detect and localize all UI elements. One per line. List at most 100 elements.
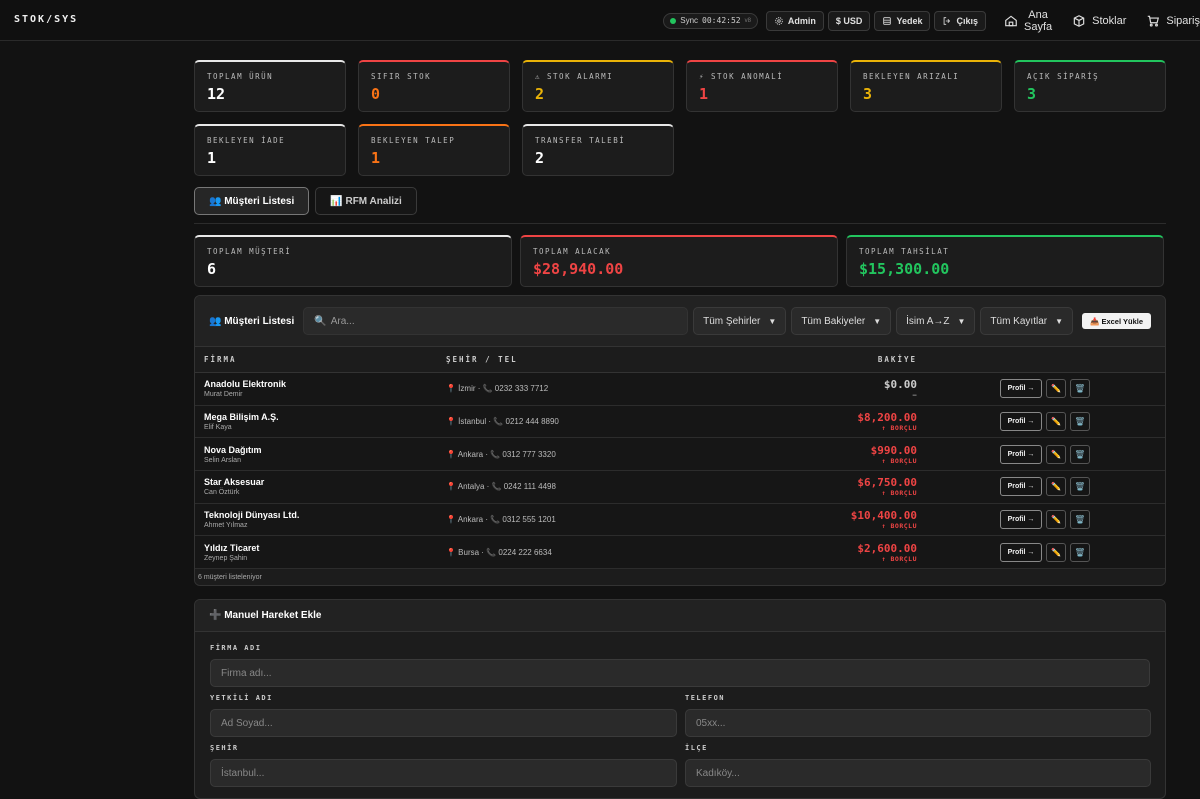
column-header-city-phone[interactable]: ŞEHİR / TEL: [437, 346, 777, 373]
cell-actions: Profil → ✏️ 🗑️: [917, 503, 1165, 537]
summary-total-customers: TOPLAM MÜŞTERİ 6: [194, 235, 512, 287]
edit-button[interactable]: ✏️: [1046, 510, 1066, 530]
stat-card-label: ⚡ STOK ANOMALİ: [699, 72, 784, 81]
nav-orders[interactable]: Sipariş: [1138, 14, 1200, 28]
phone-field[interactable]: 05xx...: [685, 709, 1151, 738]
profile-button[interactable]: Profil →: [1000, 542, 1042, 562]
balance-filter-select[interactable]: Tüm Bakiyeler ▼: [791, 307, 892, 335]
balance-status: ↑ BORÇLU: [881, 489, 917, 498]
tab-rfm-analysis[interactable]: 📊 RFM Analizi: [315, 187, 417, 215]
profile-button[interactable]: Profil →: [1000, 510, 1042, 530]
sync-indicator: Sync 00:42:52 v8: [663, 12, 758, 29]
sync-status-dot: [670, 17, 677, 24]
customer-table-body: Anadolu Elektronik Murat Demir 📍 İzmir ·…: [195, 372, 1165, 570]
summary-cards: TOPLAM MÜŞTERİ 6 TOPLAM ALACAK $28,940.0…: [194, 235, 1166, 287]
cell-balance: $0.00 —: [777, 372, 917, 406]
pencil-icon: ✏️: [1051, 482, 1061, 492]
profile-button[interactable]: Profil →: [1000, 379, 1042, 399]
nav-stocks[interactable]: Stoklar: [1064, 14, 1134, 28]
tab-customer-list[interactable]: 👥 Müşteri Listesi: [194, 187, 310, 215]
contact-phone-row: YETKİLİ ADI Ad Soyad... TELEFON 05xx...: [210, 694, 1151, 738]
edit-button[interactable]: ✏️: [1046, 542, 1066, 562]
trash-icon: 🗑️: [1075, 417, 1085, 427]
cell-firm: Star Aksesuar Can Öztürk: [195, 470, 437, 504]
column-header-actions: [917, 346, 1165, 373]
delete-button[interactable]: 🗑️: [1070, 477, 1090, 497]
record-filter-select[interactable]: Tüm Kayıtlar ▼: [980, 307, 1074, 335]
firm-contact: Ahmet Yılmaz: [204, 522, 248, 530]
row-actions: Profil → ✏️ 🗑️: [1000, 379, 1165, 399]
customer-list-panel: 👥 Müşteri Listesi 🔍 Ara... Tüm Şehirler …: [194, 295, 1166, 587]
delete-button[interactable]: 🗑️: [1070, 412, 1090, 432]
backup-button[interactable]: Yedek: [874, 10, 931, 31]
cell-balance: $990.00 ↑ BORÇLU: [777, 437, 917, 472]
stat-card-value: 1: [699, 85, 709, 103]
customer-table: FİRMA ŞEHİR / TEL BAKİYE Anadolu Elektro…: [195, 346, 1165, 570]
nav-home[interactable]: Ana Sayfa: [996, 9, 1060, 33]
admin-button[interactable]: Admin: [765, 10, 824, 31]
profile-button[interactable]: Profil →: [1000, 477, 1042, 497]
logout-label: Çıkış: [956, 15, 978, 26]
search-icon: 🔍: [314, 315, 327, 327]
contact-name-field[interactable]: Ad Soyad...: [210, 709, 677, 738]
customer-list-title: 👥 Müşteri Listesi: [209, 315, 295, 327]
city-filter-value: Tüm Şehirler: [703, 315, 761, 327]
firm-name-field[interactable]: Firma adı...: [210, 659, 1150, 688]
search-input[interactable]: 🔍 Ara...: [303, 307, 689, 335]
delete-button[interactable]: 🗑️: [1070, 510, 1090, 530]
cell-actions: Profil → ✏️ 🗑️: [917, 405, 1165, 439]
tab-bar: 👥 Müşteri Listesi 📊 RFM Analizi: [194, 187, 1166, 215]
currency-button[interactable]: $ USD: [827, 10, 871, 31]
stat-card-value: 2: [535, 149, 545, 167]
stat-card-label: TOPLAM ÜRÜN: [207, 72, 274, 81]
table-row: Nova Dağıtım Selin Arslan 📍 Ankara · 📞 0…: [195, 437, 1165, 472]
summary-label: TOPLAM MÜŞTERİ: [207, 247, 292, 256]
column-header-firm[interactable]: FİRMA: [195, 346, 437, 373]
stat-card-label: AÇIK SİPARİŞ: [1027, 72, 1100, 81]
excel-upload-button[interactable]: 📥 Excel Yükle: [1082, 313, 1151, 329]
city-filter-select[interactable]: Tüm Şehirler ▼: [693, 307, 787, 335]
contact-label: YETKİLİ ADI: [210, 694, 273, 703]
edit-button[interactable]: ✏️: [1046, 444, 1066, 464]
city-field[interactable]: İstanbul...: [210, 759, 677, 788]
manual-transaction-panel: ➕ Manuel Hareket Ekle FİRMA ADI Firma ad…: [194, 599, 1166, 799]
stat-card-label: TRANSFER TALEBİ: [535, 136, 626, 145]
stat-card-pending-return: BEKLEYEN İADE 1: [194, 124, 346, 176]
firm-label: FİRMA ADI: [210, 644, 262, 653]
logout-icon: [944, 16, 951, 25]
sort-value: İsim A→Z: [906, 315, 950, 327]
table-row: Anadolu Elektronik Murat Demir 📍 İzmir ·…: [195, 372, 1165, 406]
column-header-balance[interactable]: BAKİYE: [777, 346, 917, 373]
balance-status: ↑ BORÇLU: [881, 554, 917, 563]
balance-status: —: [912, 391, 917, 400]
balance-value: $6,750.00: [857, 476, 917, 490]
table-row: Yıldız Ticaret Zeynep Şahin 📍 Bursa · 📞 …: [195, 535, 1165, 570]
district-field[interactable]: Kadıköy...: [685, 759, 1151, 788]
backup-label: Yedek: [896, 15, 923, 26]
delete-button[interactable]: 🗑️: [1070, 542, 1090, 562]
firm-contact: Selin Arslan: [204, 456, 241, 464]
manual-transaction-title: ➕ Manuel Hareket Ekle: [195, 600, 1165, 633]
logout-button[interactable]: Çıkış: [934, 10, 986, 31]
delete-button[interactable]: 🗑️: [1070, 379, 1090, 399]
cell-city-phone: 📍 Antalya · 📞 0242 111 4498: [437, 470, 777, 504]
firm-field-group: FİRMA ADI Firma adı...: [210, 644, 1150, 688]
edit-button[interactable]: ✏️: [1046, 412, 1066, 432]
summary-label: TOPLAM ALACAK: [533, 247, 612, 256]
cell-firm: Anadolu Elektronik Murat Demir: [195, 372, 437, 406]
delete-button[interactable]: 🗑️: [1070, 444, 1090, 464]
trash-icon: 🗑️: [1075, 449, 1085, 459]
balance-filter-value: Tüm Bakiyeler: [801, 315, 866, 327]
cell-firm: Mega Bilişim A.Ş. Elif Kaya: [195, 405, 437, 439]
balance-value: $2,600.00: [857, 541, 917, 555]
edit-button[interactable]: ✏️: [1046, 477, 1066, 497]
phone-field-group: TELEFON 05xx...: [685, 694, 1151, 738]
gear-icon: [775, 16, 783, 25]
city-field-group: ŞEHİR İstanbul...: [210, 744, 677, 788]
firm-name: Yıldız Ticaret: [204, 542, 260, 553]
edit-button[interactable]: ✏️: [1046, 379, 1066, 399]
profile-button[interactable]: Profil →: [1000, 444, 1042, 464]
city-label: ŞEHİR: [210, 744, 239, 753]
profile-button[interactable]: Profil →: [1000, 412, 1042, 432]
sort-select[interactable]: İsim A→Z ▼: [896, 307, 976, 335]
